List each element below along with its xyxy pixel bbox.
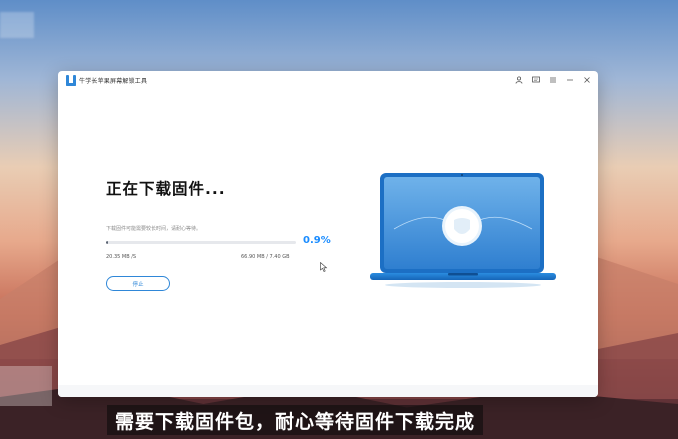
titlebar-controls: [514, 75, 592, 85]
subtitle-caption: 需要下载固件包，耐心等待固件下载完成: [107, 405, 484, 435]
minimize-icon[interactable]: [565, 75, 575, 85]
stop-button[interactable]: 停止: [106, 276, 170, 291]
mouse-cursor-icon: [320, 262, 328, 272]
close-icon[interactable]: [582, 75, 592, 85]
menu-icon[interactable]: [548, 75, 558, 85]
feedback-icon[interactable]: [531, 75, 541, 85]
download-percent: 0.9%: [303, 235, 331, 246]
blurred-region: [0, 366, 52, 406]
laptop-illustration: [370, 173, 556, 288]
download-progress-fill: [106, 241, 108, 244]
blurred-region: [0, 12, 34, 38]
download-progress-bar: [106, 241, 296, 244]
download-heading: 正在下载固件...: [106, 180, 226, 198]
download-size: 66.90 MB / 7.40 GB: [241, 254, 290, 260]
download-hint: 下载固件可能需要较长时间，请耐心等待。: [106, 226, 202, 232]
title-bar: 牛学长苹果屏幕解锁工具: [58, 71, 598, 91]
app-window: 牛学长苹果屏幕解锁工具 正在下载固件... 下载固件可能需要较长时间，请耐心等待…: [58, 71, 598, 397]
user-icon[interactable]: [514, 75, 524, 85]
app-logo-icon: [66, 75, 76, 86]
download-speed: 20.35 MB /S: [106, 254, 137, 260]
app-title: 牛学长苹果屏幕解锁工具: [79, 78, 148, 85]
window-footer: [58, 385, 598, 397]
